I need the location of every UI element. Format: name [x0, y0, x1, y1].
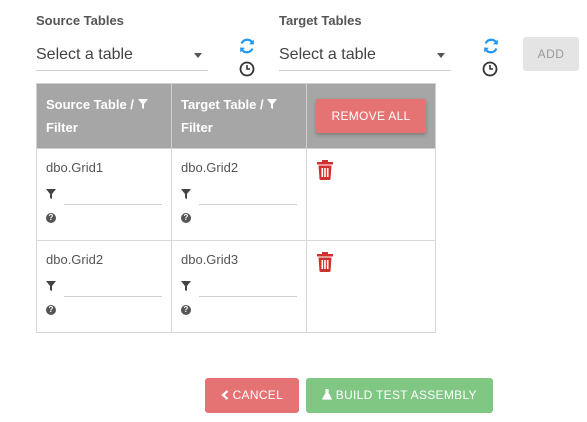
source-table-name: dbo.Grid2	[46, 252, 104, 267]
source-tables-label: Source Tables	[36, 13, 124, 28]
cancel-button-label: CANCEL	[232, 388, 284, 402]
source-column-header-filter: Filter	[46, 120, 78, 135]
filter-icon	[137, 99, 148, 109]
chevron-down-icon	[194, 53, 202, 58]
source-filter	[46, 277, 162, 299]
table-row: dbo.Grid2 ? dbo.Grid3 ?	[36, 240, 436, 333]
target-history-icon[interactable]	[482, 61, 498, 77]
cancel-button[interactable]: CANCEL	[205, 378, 299, 413]
target-filter-input[interactable]	[199, 277, 297, 297]
remove-all-button[interactable]: REMOVE ALL	[316, 99, 426, 133]
source-column-header: Source Table / Filter	[36, 83, 172, 149]
table-row: dbo.Grid1 ? dbo.Grid2 ?	[36, 148, 436, 241]
target-tables-label: Target Tables	[279, 13, 362, 28]
source-history-icon[interactable]	[239, 61, 255, 77]
target-filter-input[interactable]	[199, 185, 297, 205]
filter-icon	[46, 189, 56, 199]
target-column-header-filter: Filter	[181, 120, 213, 135]
source-table-name: dbo.Grid1	[46, 160, 104, 175]
target-table-select[interactable]: Select a table	[279, 40, 451, 71]
filter-icon	[181, 281, 191, 291]
source-table-select[interactable]: Select a table	[36, 40, 208, 71]
help-icon[interactable]: ?	[181, 213, 191, 223]
source-table-select-value: Select a table	[36, 46, 133, 63]
filter-icon	[267, 99, 278, 109]
add-button[interactable]: ADD	[523, 37, 579, 71]
trash-icon[interactable]	[316, 160, 334, 180]
help-icon[interactable]: ?	[46, 305, 56, 315]
table-header-row: Source Table / Filter Target Table / Fil…	[36, 83, 436, 149]
actions-cell	[306, 148, 436, 241]
target-refresh-icon[interactable]	[482, 37, 500, 55]
build-test-assembly-button[interactable]: BUILD TEST ASSEMBLY	[306, 378, 493, 413]
target-column-header: Target Table / Filter	[171, 83, 307, 149]
target-table-name: dbo.Grid3	[181, 252, 239, 267]
target-table-name: dbo.Grid2	[181, 160, 239, 175]
mapping-table: Source Table / Filter Target Table / Fil…	[36, 83, 436, 333]
target-filter	[181, 277, 297, 299]
trash-icon[interactable]	[316, 252, 334, 272]
filter-icon	[181, 189, 191, 199]
actions-column-header: REMOVE ALL	[306, 83, 436, 149]
target-table-select-value: Select a table	[279, 46, 376, 63]
source-column-header-title: Source Table /	[46, 97, 134, 112]
help-icon[interactable]: ?	[181, 305, 191, 315]
target-filter	[181, 185, 297, 207]
source-cell: dbo.Grid1 ?	[36, 148, 172, 241]
source-filter-input[interactable]	[64, 277, 162, 297]
source-cell: dbo.Grid2 ?	[36, 240, 172, 333]
source-filter	[46, 185, 162, 207]
filter-icon	[46, 281, 56, 291]
source-filter-input[interactable]	[64, 185, 162, 205]
chevron-down-icon	[437, 53, 445, 58]
flask-icon	[322, 388, 332, 400]
target-cell: dbo.Grid3 ?	[171, 240, 307, 333]
build-test-assembly-label: BUILD TEST ASSEMBLY	[335, 388, 477, 402]
chevron-left-icon	[221, 390, 229, 400]
target-column-header-title: Target Table /	[181, 97, 264, 112]
source-refresh-icon[interactable]	[238, 37, 256, 55]
actions-cell	[306, 240, 436, 333]
help-icon[interactable]: ?	[46, 213, 56, 223]
target-cell: dbo.Grid2 ?	[171, 148, 307, 241]
